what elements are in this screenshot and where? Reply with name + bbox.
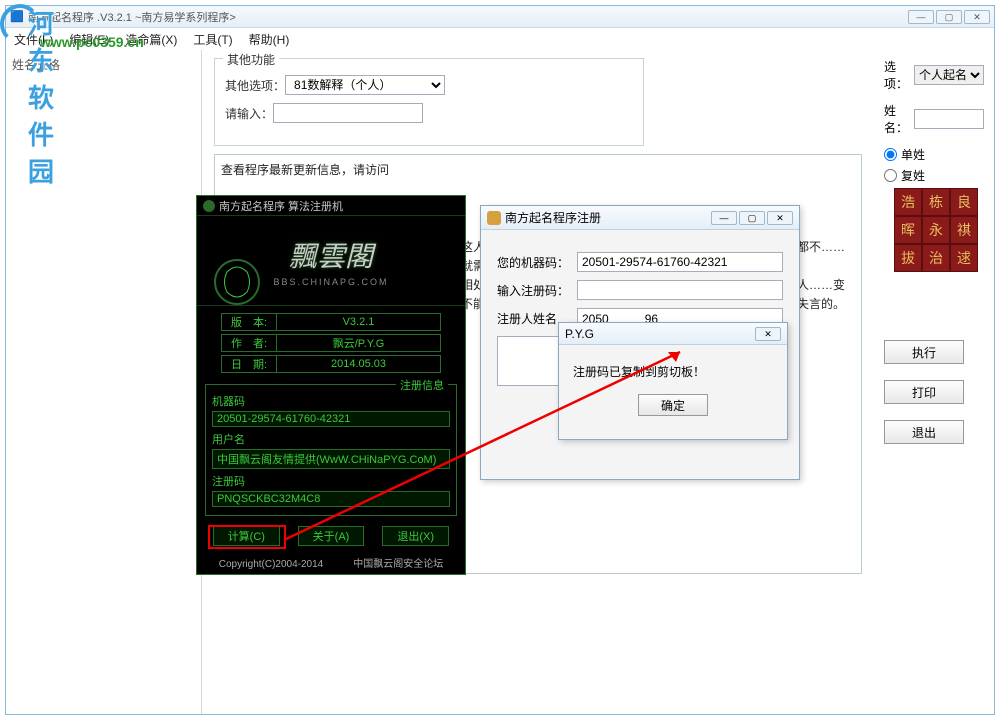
reg-machine-field[interactable] <box>577 252 783 272</box>
name-cell[interactable]: 拔 <box>894 244 922 272</box>
msgbox-close-button[interactable]: ✕ <box>755 327 781 341</box>
register-icon <box>487 211 501 225</box>
name-cell[interactable]: 逑 <box>950 244 978 272</box>
dragon-icon <box>207 252 267 312</box>
msgbox-body: 注册码已复制到剪切板！ <box>559 345 787 388</box>
name-label: 姓名： <box>884 102 910 136</box>
register-title: 南方起名程序注册 <box>505 209 601 226</box>
radio-single-row[interactable]: 单姓 <box>884 146 984 163</box>
radio-single[interactable] <box>884 148 897 161</box>
keygen-about-button[interactable]: 关于(A) <box>298 526 365 546</box>
reg-machine-label: 您的机器码： <box>497 254 577 271</box>
menu-bar: 文件(F) 编辑(E) 造命篇(X) 工具(T) 帮助(H) <box>6 28 994 50</box>
radio-compound[interactable] <box>884 169 897 182</box>
keygen-username[interactable]: 中国飘云阁友情提供(WwW.CHiNaPYG.CoM) <box>212 449 450 469</box>
register-max-button[interactable]: ▢ <box>739 211 765 225</box>
keygen-info: 版 本:V3.2.1 作 者:飘云/P.Y.G 日 期:2014.05.03 <box>197 306 465 380</box>
left-pane: 姓名五格 <box>6 50 202 714</box>
msgbox: P.Y.G ✕ 注册码已复制到剪切板！ 确定 <box>558 322 788 440</box>
other-label: 其他选项： <box>225 77 285 94</box>
print-button[interactable]: 打印 <box>884 380 964 404</box>
name-input[interactable] <box>914 109 984 129</box>
name-suggestion-grid: 浩 栋 良 晖 永 祺 拔 治 逑 <box>894 188 984 272</box>
opt-label: 选项： <box>884 58 910 92</box>
keygen-reg-fieldset: 注册信息 机器码 20501-29574-61760-42321 用户名 中国飘… <box>205 384 457 516</box>
keygen-copyright: Copyright(C)2004-2014 中国飘云阁安全论坛 <box>197 552 465 573</box>
other-select[interactable]: 81数解释（个人） <box>285 75 445 95</box>
msgbox-title: P.Y.G <box>565 327 594 341</box>
window-title: 南方起名程序 .V3.2.1 ~南方易学系列程序> <box>28 9 236 25</box>
msgbox-ok-button[interactable]: 确定 <box>638 394 708 416</box>
right-pane: 选项： 个人起名 姓名： 单姓 复姓 浩 栋 良 晖 永 祺 拔 治 逑 执行 <box>874 50 994 714</box>
name-cell[interactable]: 晖 <box>894 216 922 244</box>
maximize-button[interactable]: ▢ <box>936 10 962 24</box>
menu-help[interactable]: 帮助(H) <box>249 31 290 48</box>
keygen-icon <box>203 200 215 212</box>
title-bar: 🟦 南方起名程序 .V3.2.1 ~南方易学系列程序> — ▢ ✕ <box>6 6 994 28</box>
register-title-bar[interactable]: 南方起名程序注册 — ▢ ✕ <box>481 206 799 230</box>
other-group: 其他功能 其他选项： 81数解释（个人） 请输入： <box>214 58 644 146</box>
name-cell[interactable]: 浩 <box>894 188 922 216</box>
menu-edit[interactable]: 编辑(E) <box>69 31 109 48</box>
keygen-window: 南方起名程序 算法注册机 飄雲閣 BBS.CHINAPG.COM 版 本:V3.… <box>196 195 466 575</box>
keygen-reg-code[interactable]: PNQSCKBC32M4C8 <box>212 491 450 507</box>
keygen-banner: 飄雲閣 BBS.CHINAPG.COM <box>197 216 465 306</box>
app-icon: 🟦 <box>10 10 24 24</box>
keygen-calc-button[interactable]: 计算(C) <box>213 526 280 546</box>
exit-button[interactable]: 退出 <box>884 420 964 444</box>
keygen-machine-code[interactable]: 20501-29574-61760-42321 <box>212 411 450 427</box>
keygen-title: 南方起名程序 算法注册机 <box>219 198 343 214</box>
close-button[interactable]: ✕ <box>964 10 990 24</box>
left-tab-label[interactable]: 姓名五格 <box>12 58 60 72</box>
input-label: 请输入： <box>225 105 273 122</box>
reg-code-field[interactable] <box>577 280 783 300</box>
keygen-title-bar[interactable]: 南方起名程序 算法注册机 <box>197 196 465 216</box>
menu-tools[interactable]: 工具(T) <box>193 31 232 48</box>
menu-file[interactable]: 文件(F) <box>14 31 53 48</box>
exec-button[interactable]: 执行 <box>884 340 964 364</box>
name-cell[interactable]: 良 <box>950 188 978 216</box>
input-field[interactable] <box>273 103 423 123</box>
reg-code-label: 输入注册码： <box>497 282 577 299</box>
minimize-button[interactable]: — <box>908 10 934 24</box>
name-cell[interactable]: 祺 <box>950 216 978 244</box>
msgbox-title-bar[interactable]: P.Y.G ✕ <box>559 323 787 345</box>
menu-fate[interactable]: 造命篇(X) <box>125 31 177 48</box>
keygen-exit-button[interactable]: 退出(X) <box>382 526 449 546</box>
register-close-button[interactable]: ✕ <box>767 211 793 225</box>
name-cell[interactable]: 治 <box>922 244 950 272</box>
register-min-button[interactable]: — <box>711 211 737 225</box>
radio-compound-row[interactable]: 复姓 <box>884 167 984 184</box>
name-cell[interactable]: 栋 <box>922 188 950 216</box>
opt-select[interactable]: 个人起名 <box>914 65 984 85</box>
group-title: 其他功能 <box>223 51 279 68</box>
name-cell[interactable]: 永 <box>922 216 950 244</box>
